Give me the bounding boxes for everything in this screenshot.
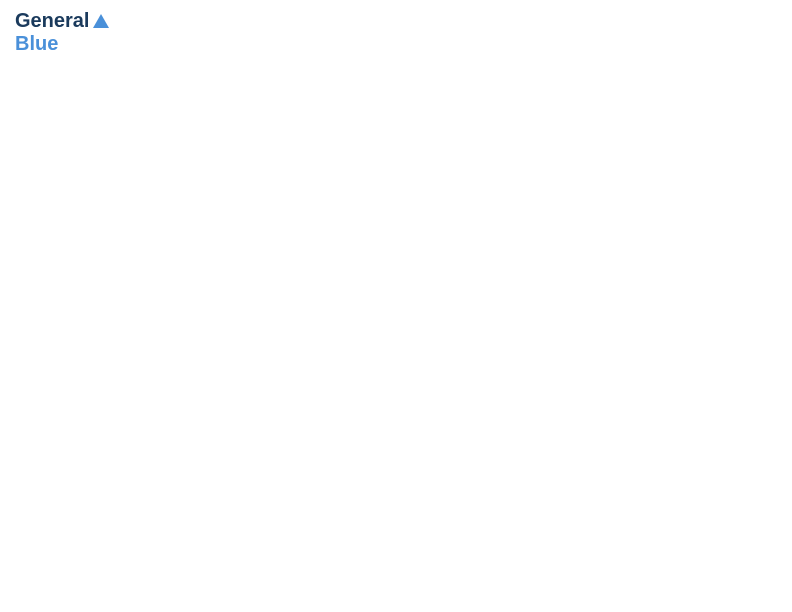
logo-general: General (15, 10, 89, 33)
logo-blue: Blue (15, 33, 58, 55)
header: General Blue (15, 10, 777, 56)
logo-icon (91, 12, 111, 32)
logo: General Blue (15, 10, 111, 56)
